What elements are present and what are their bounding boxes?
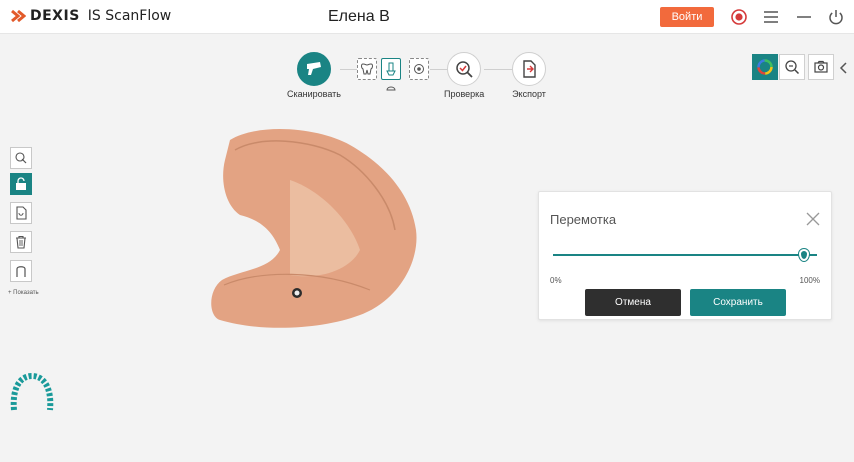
workflow-step-label: Экспорт (512, 89, 546, 99)
patient-name[interactable]: Елена В (328, 8, 390, 26)
inspect-step-circle[interactable] (447, 52, 482, 86)
delete-tool-button[interactable] (10, 231, 32, 253)
margin-tool-button[interactable] (10, 260, 32, 282)
export-icon (523, 60, 536, 78)
record-icon[interactable] (730, 8, 748, 26)
inspect-icon (456, 61, 473, 78)
brand-name: DEXIS (30, 8, 80, 24)
dental-scan-model[interactable] (200, 120, 440, 340)
slider-min-label: 0% (550, 276, 562, 285)
select-tool-button[interactable] (10, 147, 32, 169)
dialog-title: Перемотка (550, 212, 617, 227)
cursor-icon (15, 152, 27, 164)
menu-icon[interactable] (762, 8, 780, 26)
title-bar: DEXIS IS ScanFlow Елена В Войти (0, 0, 854, 34)
lower-jaw-mini-icon[interactable] (386, 84, 396, 92)
note-icon (16, 206, 27, 220)
app-logo: DEXIS IS ScanFlow (10, 8, 171, 24)
camera-icon (814, 60, 828, 73)
margin-icon (16, 266, 26, 277)
color-tool-button[interactable] (752, 54, 778, 80)
zoom-icon (785, 60, 800, 75)
save-button[interactable]: Сохранить (690, 289, 786, 316)
note-tool-button[interactable] (10, 202, 32, 224)
color-wheel-icon (757, 59, 773, 75)
zoom-tool-button[interactable] (779, 54, 805, 80)
collapse-panel-icon[interactable] (838, 60, 850, 76)
camera-tool-button[interactable] (808, 54, 834, 80)
scan-body-icon (386, 62, 396, 76)
slider-max-label: 100% (799, 276, 820, 285)
cancel-button[interactable]: Отмена (585, 289, 681, 316)
scan-body-substep[interactable] (381, 58, 401, 80)
trash-icon (16, 235, 26, 249)
power-icon[interactable] (827, 8, 845, 26)
product-name: IS ScanFlow (87, 8, 172, 24)
lock-icon (16, 177, 26, 190)
workflow-step-label: Сканировать (287, 89, 341, 99)
login-button[interactable]: Войти (660, 7, 714, 27)
workflow-step-scan[interactable]: Сканировать (287, 52, 341, 99)
rewind-slider-track[interactable] (553, 254, 817, 256)
workflow-step-label: Проверка (444, 89, 485, 99)
scanner-icon (306, 62, 321, 75)
scan-step-circle[interactable] (296, 52, 331, 86)
upper-jaw-substep[interactable] (357, 58, 377, 80)
arch-indicator-icon[interactable] (8, 370, 56, 416)
dexis-logo-icon (11, 9, 26, 23)
workflow-step-inspect[interactable]: Проверка (444, 52, 484, 99)
lock-tool-button[interactable] (10, 173, 32, 195)
settings-substep[interactable] (409, 58, 429, 80)
upper-jaw-icon (361, 63, 373, 75)
minimize-icon[interactable] (795, 8, 813, 26)
show-toggle-label[interactable]: + Показать (8, 290, 39, 296)
rewind-slider-thumb[interactable] (799, 249, 810, 261)
workflow-step-export[interactable]: Экспорт (512, 52, 546, 99)
export-step-circle[interactable] (512, 52, 546, 86)
close-icon[interactable] (805, 211, 821, 227)
settings-icon (414, 64, 424, 74)
rewind-dialog: Перемотка 0% 100% Отмена Сохранить (538, 191, 832, 320)
